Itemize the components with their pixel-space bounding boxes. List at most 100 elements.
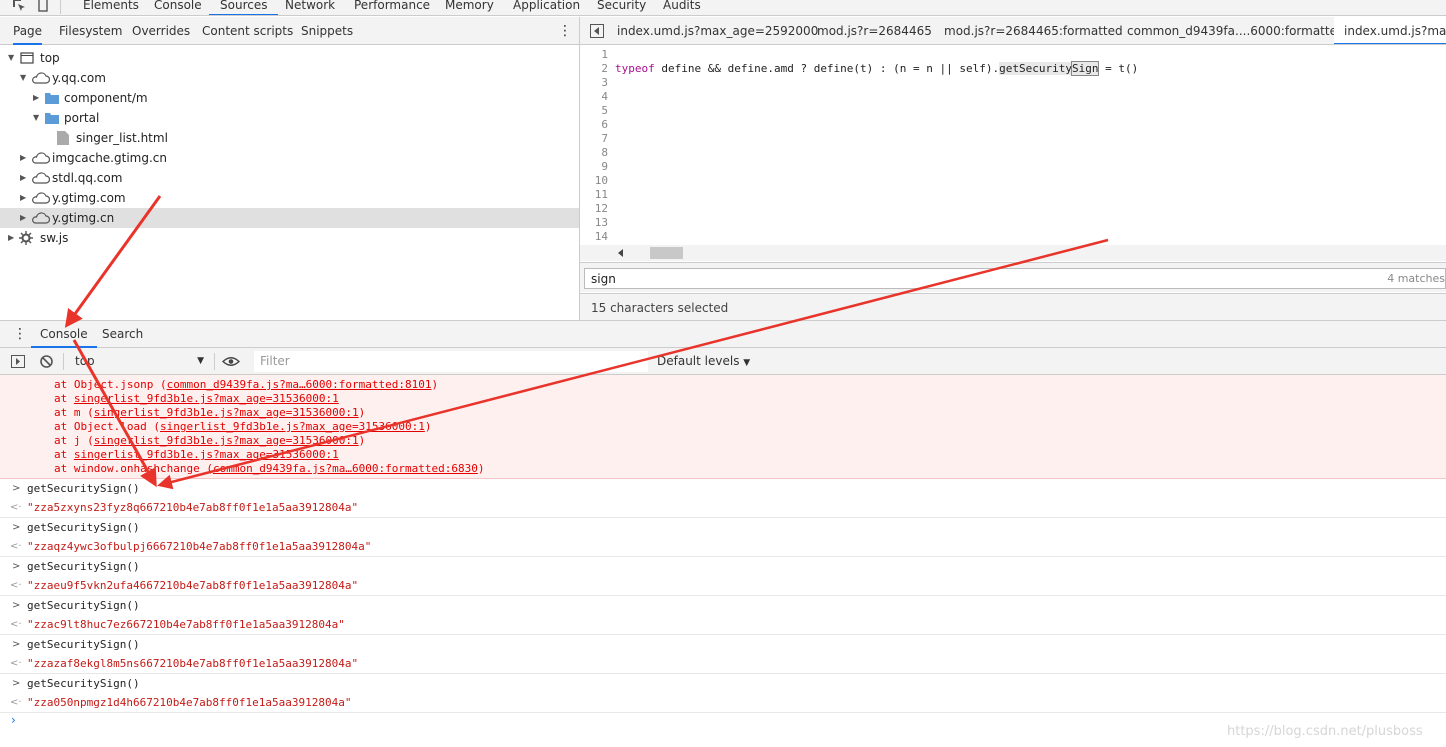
tree-item-y-gtimg-com[interactable]: ▶ y.gtimg.com [0, 188, 579, 208]
stack-frame-link[interactable]: singerlist_9fd3b1e.js?max_age=31536000:1 [94, 406, 359, 419]
tab-sources[interactable]: Sources [209, 0, 279, 15]
tab-memory[interactable]: Memory [434, 0, 505, 15]
editor-tab-index-umd-active[interactable]: index.umd.js?ma...2 [1334, 17, 1446, 44]
filter-input[interactable]: Filter [254, 351, 648, 372]
stack-frame-text: ) [358, 434, 366, 447]
dropdown-caret-icon: ▼ [197, 356, 204, 366]
tree-item-y-gtimg-cn[interactable]: ▶ y.gtimg.cn [0, 208, 579, 228]
code-content[interactable]: typeof define && define.amd ? define(t) … [615, 48, 1138, 76]
line-number[interactable]: 11 [580, 188, 610, 202]
tab-console[interactable]: Console [143, 0, 213, 15]
tree-item-sw-js[interactable]: ▶ sw.js [0, 228, 579, 248]
editor-tabbar: index.umd.js?max_age=2592000 mod.js?r=26… [580, 17, 1446, 45]
clear-console-icon[interactable] [40, 355, 53, 368]
more-options-icon[interactable]: ⋮ [558, 24, 572, 38]
expanded-triangle-icon[interactable]: ▼ [33, 108, 41, 128]
log-levels-dropdown[interactable]: Default levels ▼ [657, 351, 750, 372]
find-input[interactable]: sign [591, 272, 616, 286]
drawer-tabbar: ⋮ Console Search [0, 320, 1446, 348]
toggle-navigator-icon[interactable] [590, 24, 604, 38]
line-number[interactable]: 3 [580, 76, 610, 90]
console-output[interactable]: at Object.jsonp (common_d9439fa.js?ma…60… [0, 375, 1446, 747]
nav-tab-content-scripts[interactable]: Content scripts [202, 17, 293, 45]
tab-elements[interactable]: Elements [72, 0, 150, 15]
line-number[interactable]: 14 [580, 230, 610, 244]
tab-performance[interactable]: Performance [343, 0, 441, 15]
line-number[interactable]: 4 [580, 90, 610, 104]
collapsed-triangle-icon[interactable]: ▶ [20, 208, 28, 228]
devtools-main-toolbar: Elements Console Sources Network Perform… [0, 0, 1446, 16]
collapsed-triangle-icon[interactable]: ▶ [20, 148, 28, 168]
expanded-triangle-icon[interactable]: ▼ [20, 68, 28, 88]
editor-tab-index-umd[interactable]: index.umd.js?max_age=2592000 [617, 17, 818, 44]
line-number[interactable]: 9 [580, 160, 610, 174]
show-sidebar-icon[interactable] [11, 355, 25, 368]
tree-item-label: y.qq.com [52, 71, 106, 85]
drawer-tab-console[interactable]: Console [31, 321, 97, 348]
dropdown-caret-icon: ▼ [743, 358, 751, 368]
result-arrow-icon: <· [10, 580, 22, 591]
stack-frame-link[interactable]: common_d9439fa.js?ma…6000:formatted:8101 [167, 378, 432, 391]
scroll-left-arrow-icon[interactable] [618, 249, 623, 257]
editor-tab-mod-js-formatted[interactable]: mod.js?r=2684465:formatted [944, 17, 1123, 44]
stack-frame-link[interactable]: singerlist_9fd3b1e.js?max_age=31536000:1 [74, 392, 339, 405]
line-number[interactable]: 5 [580, 104, 610, 118]
line-number[interactable]: 7 [580, 132, 610, 146]
collapsed-triangle-icon[interactable]: ▶ [33, 88, 41, 108]
inspect-element-icon[interactable] [12, 0, 26, 12]
stack-frame-link[interactable]: singerlist_9fd3b1e.js?max_age=31536000:1 [160, 420, 425, 433]
console-prompt-icon[interactable]: › [11, 713, 16, 727]
nav-tab-overrides[interactable]: Overrides [132, 17, 190, 45]
console-entry: > getSecuritySign() <· "zzazaf8ekgl8m5ns… [0, 635, 1446, 674]
nav-tab-page[interactable]: Page [13, 17, 43, 45]
tab-security[interactable]: Security [586, 0, 657, 15]
tree-item-component-m[interactable]: ▶ component/m [0, 88, 579, 108]
tree-item-singer-list-html[interactable]: singer_list.html [0, 128, 579, 148]
nav-tab-filesystem[interactable]: Filesystem [59, 17, 122, 45]
line-number[interactable]: 12 [580, 202, 610, 216]
console-entry: > getSecuritySign() <· "zzaqz4ywc3ofbulp… [0, 518, 1446, 557]
line-number[interactable]: 6 [580, 118, 610, 132]
code-keyword: typeof [615, 62, 655, 75]
tab-application[interactable]: Application [502, 0, 591, 15]
folder-icon [45, 113, 59, 124]
tree-item-portal[interactable]: ▼ portal [0, 108, 579, 128]
line-number[interactable]: 2 [580, 62, 610, 76]
tree-item-label: imgcache.gtimg.cn [52, 151, 167, 165]
collapsed-triangle-icon[interactable]: ▶ [8, 228, 16, 248]
collapsed-triangle-icon[interactable]: ▶ [20, 168, 28, 188]
nav-tab-snippets[interactable]: Snippets [301, 17, 353, 45]
line-number[interactable]: 8 [580, 146, 610, 160]
editor-tab-common-formatted[interactable]: common_d9439fa....6000:formatted [1127, 17, 1345, 44]
stack-frame-link[interactable]: singerlist_9fd3b1e.js?max_age=31536000:1 [94, 434, 359, 447]
tree-item-top[interactable]: ▼ top [0, 48, 579, 68]
code-editor[interactable]: 1 2 3 4 5 6 7 8 9 10 11 12 13 14 15 type… [580, 46, 1446, 261]
eye-icon[interactable] [222, 356, 240, 367]
context-selector[interactable]: top ▼ [70, 351, 210, 372]
tree-item-imgcache[interactable]: ▶ imgcache.gtimg.cn [0, 148, 579, 168]
tab-audits[interactable]: Audits [652, 0, 712, 15]
tab-network[interactable]: Network [274, 0, 346, 15]
find-input-box[interactable]: sign 4 matches [584, 268, 1446, 289]
collapsed-triangle-icon[interactable]: ▶ [20, 188, 28, 208]
stack-frame-link[interactable]: common_d9439fa.js?ma…6000:formatted:6830 [213, 462, 478, 475]
tree-item-y-qq-com[interactable]: ▼ y.qq.com [0, 68, 579, 88]
drawer-tab-search[interactable]: Search [93, 321, 152, 348]
stack-frame: at j (singerlist_9fd3b1e.js?max_age=3153… [54, 434, 365, 448]
expanded-triangle-icon[interactable]: ▼ [8, 48, 16, 68]
cloud-icon [32, 172, 50, 184]
tree-item-stdl[interactable]: ▶ stdl.qq.com [0, 168, 579, 188]
editor-tab-mod-js[interactable]: mod.js?r=2684465 [817, 17, 932, 44]
scrollbar-thumb[interactable] [650, 247, 683, 259]
line-number[interactable]: 13 [580, 216, 610, 230]
line-number[interactable]: 10 [580, 174, 610, 188]
editor-horizontal-scrollbar[interactable] [580, 245, 1446, 261]
console-result: "zzazaf8ekgl8m5ns667210b4e7ab8ff0f1e1a5a… [27, 657, 359, 670]
stack-frame-text: ) [424, 420, 432, 433]
line-number[interactable]: 1 [580, 48, 610, 62]
stack-frame-link[interactable]: singerlist_9fd3b1e.js?max_age=31536000:1 [74, 448, 339, 461]
cloud-icon [32, 152, 50, 164]
drawer-menu-icon[interactable]: ⋮ [13, 327, 27, 341]
device-toolbar-icon[interactable] [36, 0, 50, 12]
